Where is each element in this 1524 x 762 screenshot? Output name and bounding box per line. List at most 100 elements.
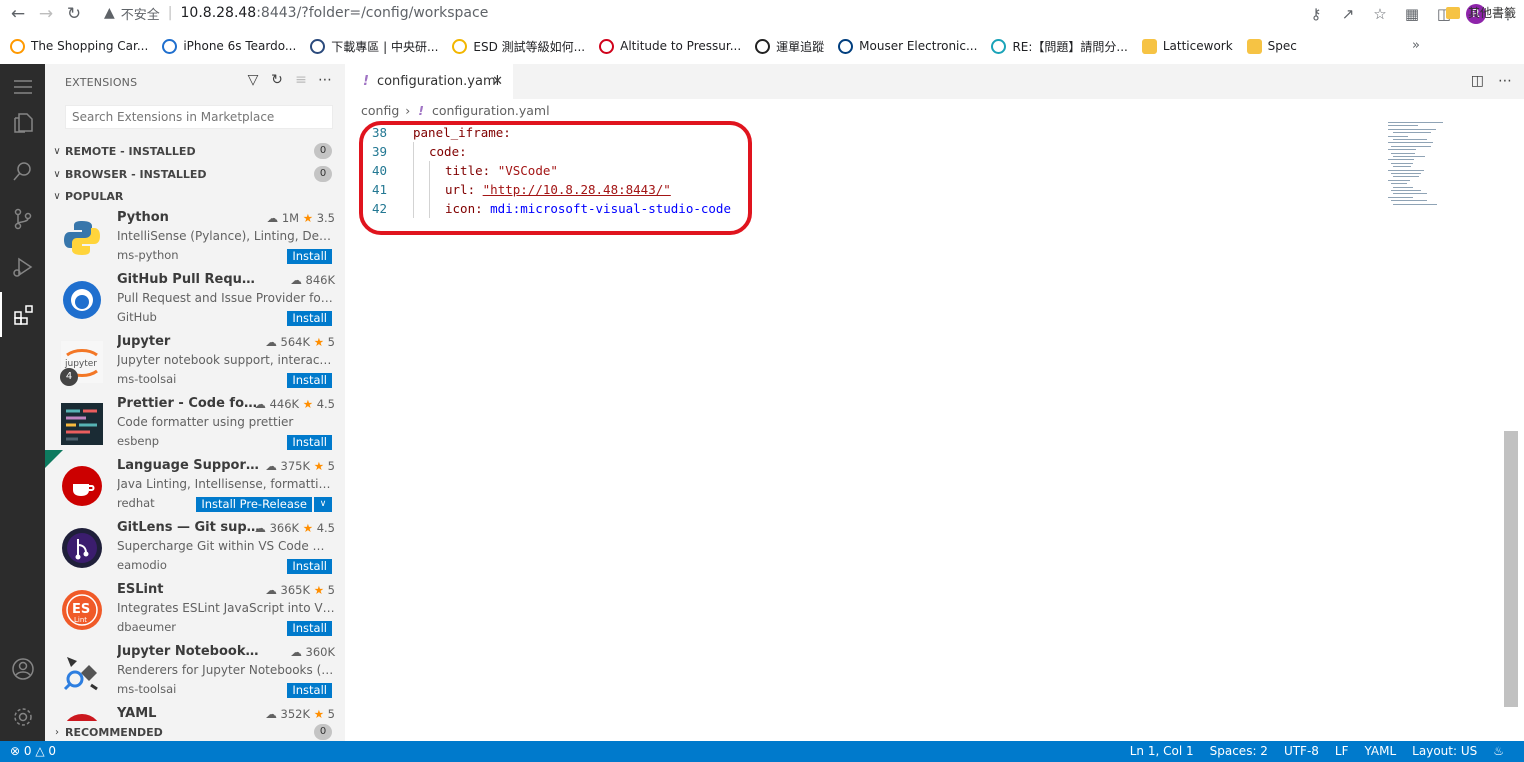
refresh-icon[interactable]: ↻: [265, 72, 289, 88]
minimap-line: [1393, 176, 1419, 178]
minimap-line: [1388, 122, 1443, 123]
back-icon[interactable]: ←: [4, 0, 32, 27]
install-button[interactable]: Install: [287, 559, 332, 574]
extension-item[interactable]: GitLens — Git supe... ☁ 366K ★ 4.5 Superch…: [45, 517, 345, 579]
bookmark-item[interactable]: RE:【問題】請問分...: [991, 38, 1128, 55]
filter-icon[interactable]: ▽: [241, 72, 265, 88]
extension-item[interactable]: jupyter 4 Jupyter ☁ 564K ★ 5 Jupyter noteboo…: [45, 331, 345, 393]
extension-item[interactable]: Prettier - Code for... ☁ 446K ★ 4.5 Code f…: [45, 393, 345, 455]
search-icon[interactable]: [0, 148, 45, 193]
bookmark-item[interactable]: iPhone 6s Teardo...: [162, 38, 296, 54]
key-icon[interactable]: ⚷: [1300, 0, 1332, 27]
section-remote-installed[interactable]: ∨ REMOTE - INSTALLED 0: [45, 140, 345, 162]
extension-item[interactable]: Language Support f... ☁ 375K ★ 5 Java Lint…: [45, 450, 345, 517]
scroll-thumb[interactable]: [1504, 431, 1518, 707]
explorer-icon[interactable]: [0, 100, 45, 145]
minimap-line: [1388, 179, 1410, 181]
star-icon: ★: [313, 707, 325, 721]
tab-label: configuration.yaml: [376, 74, 500, 89]
minimap[interactable]: [1388, 122, 1448, 212]
forward-icon[interactable]: →: [32, 0, 60, 27]
bookmark-item[interactable]: Spec: [1246, 38, 1297, 54]
academia-icon: [310, 38, 326, 54]
warning-icon[interactable]: ▲: [104, 5, 115, 21]
install-button[interactable]: Install: [287, 311, 332, 326]
bookmark-item[interactable]: 下載專區 | 中央研...: [310, 38, 438, 55]
keyboard-layout[interactable]: Layout: US: [1412, 744, 1477, 758]
bookmark-item[interactable]: The Shopping Car...: [10, 38, 148, 54]
breadcrumb-folder[interactable]: config: [361, 103, 399, 118]
bookmark-item[interactable]: ESD 測試等級如何...: [452, 38, 585, 55]
bookmark-label: Mouser Electronic...: [859, 39, 978, 53]
indentation[interactable]: Spaces: 2: [1210, 744, 1268, 758]
accounts-icon[interactable]: [0, 646, 45, 691]
other-bookmarks[interactable]: 其他書籤: [1445, 4, 1516, 21]
extension-name: GitLens — Git supe...: [117, 520, 261, 535]
extension-stats: ☁ 375K ★ 5: [265, 459, 335, 473]
extension-logo: ES Lint: [60, 588, 103, 631]
source-control-icon[interactable]: [0, 196, 45, 241]
section-recommended[interactable]: › RECOMMENDED 0: [45, 721, 345, 741]
split-editor-icon[interactable]: ◫: [1471, 73, 1484, 89]
run-debug-icon[interactable]: [0, 244, 45, 289]
extension-publisher: ms-toolsai: [117, 372, 177, 386]
close-icon[interactable]: ✕: [492, 74, 503, 89]
editor-scrollbar[interactable]: [1504, 121, 1518, 741]
bookmark-item[interactable]: Altitude to Pressur...: [599, 38, 741, 54]
install-button[interactable]: Install: [287, 435, 332, 450]
extensions-puzzle-icon[interactable]: ▦: [1396, 0, 1428, 27]
download-count: 352K: [280, 707, 311, 721]
reload-icon[interactable]: ↻: [60, 0, 88, 27]
cursor-position[interactable]: Ln 1, Col 1: [1130, 744, 1194, 758]
encoding[interactable]: UTF-8: [1284, 744, 1319, 758]
extension-item[interactable]: ES Lint ESLint ☁ 365K ★ 5 Integrates ESLint …: [45, 579, 345, 641]
problems-indicator[interactable]: ⊗ 0 △ 0: [10, 744, 56, 758]
bookmark-label: 下載專區 | 中央研...: [331, 39, 439, 54]
install-button[interactable]: Install: [287, 373, 332, 388]
extension-stats: ☁ 446K ★ 4.5: [254, 397, 335, 411]
section-popular[interactable]: ∨ POPULAR: [45, 185, 345, 207]
gear-icon[interactable]: [0, 694, 45, 739]
status-items: Ln 1, Col 1 Spaces: 2 UTF-8 LF YAML Layo…: [1130, 744, 1524, 758]
end-of-line[interactable]: LF: [1335, 744, 1349, 758]
extension-name: Jupyter Notebook Rend...: [117, 644, 261, 659]
share-icon[interactable]: ↗: [1332, 0, 1364, 27]
install-button[interactable]: Install: [287, 249, 332, 264]
more-actions-icon[interactable]: ⋯: [313, 72, 337, 88]
bookmarks-overflow-icon[interactable]: »: [1412, 38, 1420, 53]
chevron-down-icon: ∨: [53, 190, 61, 202]
extension-logo: [60, 526, 103, 569]
extension-item[interactable]: GitHub Pull Requests an... ☁ 846K Pull Req…: [45, 269, 345, 331]
address-bar[interactable]: ▲ 不安全 | 10.8.28.48:8443/?folder=/config/…: [104, 0, 1384, 26]
extension-item[interactable]: Jupyter Notebook Rend... ☁ 360K Renderers …: [45, 641, 345, 703]
minimap-line: [1391, 173, 1421, 174]
install-button[interactable]: Install: [287, 683, 332, 698]
bookmark-item[interactable]: Mouser Electronic...: [838, 38, 978, 54]
bookmark-item[interactable]: Latticework: [1141, 38, 1233, 54]
amazon-icon: [10, 38, 25, 54]
search-input[interactable]: Search Extensions in Marketplace: [65, 105, 333, 129]
svg-text:jupyter: jupyter: [64, 359, 97, 369]
more-actions-icon[interactable]: ⋯: [1498, 73, 1512, 89]
extension-publisher: redhat: [117, 496, 155, 510]
extension-stats: ☁ 352K ★ 5: [265, 707, 335, 721]
bookmark-label: Latticework: [1162, 39, 1233, 53]
notifications-bell-icon[interactable]: ♨: [1493, 744, 1504, 758]
clear-icon[interactable]: ≡: [289, 72, 313, 88]
url-host[interactable]: 10.8.28.48: [181, 5, 257, 21]
section-browser-installed[interactable]: ∨ BROWSER - INSTALLED 0: [45, 163, 345, 185]
extension-stats: ☁ 360K: [290, 645, 335, 659]
install-button[interactable]: Install: [287, 621, 332, 636]
bookmark-star-icon[interactable]: ☆: [1364, 0, 1396, 27]
insecure-label[interactable]: 不安全: [121, 4, 160, 23]
extension-item[interactable]: Python ☁ 1M ★ 3.5 IntelliSense (Pylance), …: [45, 207, 345, 269]
url-path[interactable]: :8443/?folder=/config/workspace: [256, 5, 488, 21]
language-mode[interactable]: YAML: [1365, 744, 1397, 758]
install-pre-release-button[interactable]: Install Pre-Release: [196, 497, 312, 512]
breadcrumb-file[interactable]: configuration.yaml: [432, 103, 550, 118]
chevron-down-icon[interactable]: ∨: [314, 497, 332, 512]
tab-configuration-yaml[interactable]: ! configuration.yaml ✕: [345, 64, 513, 99]
bookmark-item[interactable]: 運單追蹤: [755, 38, 824, 55]
cloud-download-icon: ☁: [266, 211, 279, 225]
extensions-icon[interactable]: [0, 292, 45, 337]
